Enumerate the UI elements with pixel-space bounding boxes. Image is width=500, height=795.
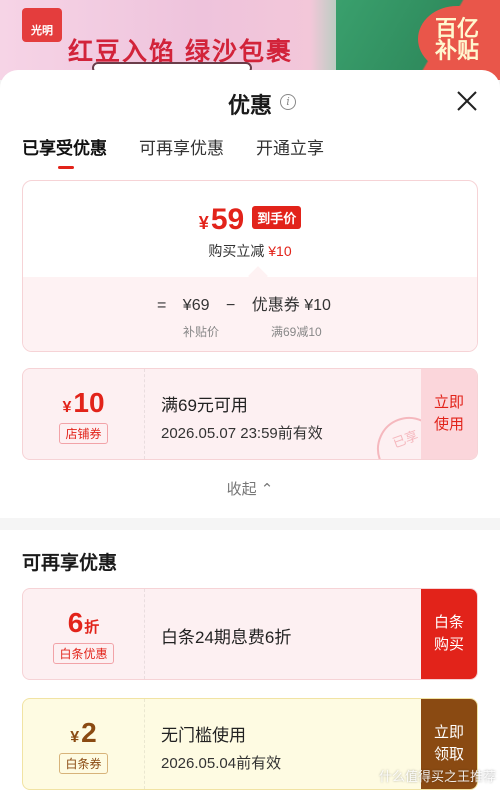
coupon-expiry: 2026.05.07 23:59前有效 — [161, 425, 323, 442]
sheet-header: 优惠 i — [0, 70, 500, 134]
final-price-tag: 到手价 — [252, 206, 302, 229]
collapse-button[interactable]: 收起 ⌃ — [0, 478, 500, 499]
coupon-amount: ¥2 — [23, 717, 144, 749]
close-icon[interactable] — [456, 90, 478, 112]
coupon-expiry: 2026.05.04前有效 — [161, 755, 282, 772]
coupon-deduction: 优惠券 ¥10 — [251, 297, 331, 314]
discount-sheet: 优惠 i 已享受优惠 可再享优惠 开通立享 ¥ 59 到手价 购买立减 ¥10 — [0, 70, 500, 795]
equals-sign: = — [157, 297, 167, 314]
price-symbol: ¥ — [198, 213, 209, 233]
discount-unit: 折 — [84, 619, 100, 636]
claim-now-label: 立即 领取 — [433, 724, 464, 763]
base-price-label: 补贴价 — [183, 325, 220, 339]
coupon-amount-value: 10 — [73, 387, 105, 418]
baitiao-discount-card: 6折 白条优惠 白条24期息费6折 白条 购买 — [22, 588, 478, 680]
tab-enjoyed[interactable]: 已享受优惠 — [22, 134, 107, 169]
baitiao-buy-label: 白条 购买 — [433, 614, 464, 653]
price-breakdown: = ¥69 − 优惠券 ¥10 补贴价 满69减10 — [23, 277, 477, 351]
coupon-type-tag: 店铺券 — [59, 423, 108, 444]
price-summary-card: ¥ 59 到手价 购买立减 ¥10 = ¥69 − 优惠券 ¥10 补贴价 满6… — [22, 180, 478, 352]
minus-sign: − — [225, 297, 236, 314]
coupon-amount-value: 2 — [81, 717, 97, 748]
coupon-condition: 白条24期息费6折 — [161, 628, 292, 647]
coupon-details: 白条24期息费6折 — [161, 623, 291, 648]
base-price: ¥69 — [182, 297, 210, 314]
sheet-title: 优惠 — [0, 88, 500, 120]
price-formula: = ¥69 − 优惠券 ¥10 — [157, 291, 343, 315]
coupon-details: 满69元可用 2026.05.07 23:59前有效 — [161, 391, 323, 443]
watermark: 什么值得买之王推荐 — [378, 769, 496, 784]
coupon-details: 无门槛使用 2026.05.04前有效 — [161, 721, 281, 773]
more-discounts-title: 可再享优惠 — [22, 553, 118, 574]
promo-badge: 百亿 补贴 — [418, 6, 496, 72]
coupon-condition: 满69元可用 — [161, 396, 248, 415]
coupon-amount: 6折 — [23, 607, 144, 639]
coupon-rule-label: 满69减10 — [271, 325, 322, 339]
tab-bar: 已享受优惠 可再享优惠 开通立享 — [22, 134, 356, 169]
use-now-button[interactable]: 立即 使用 — [421, 369, 477, 459]
coupon-symbol: ¥ — [70, 729, 80, 746]
coupon-symbol: ¥ — [62, 399, 72, 416]
coupon-value-area: ¥10 店铺券 — [23, 369, 145, 459]
tab-more-discounts[interactable]: 可再享优惠 — [139, 134, 224, 169]
tab-activate[interactable]: 开通立享 — [256, 134, 324, 169]
promo-badge-text: 百亿 补贴 — [434, 16, 479, 63]
brand-name: 光明 — [31, 25, 53, 37]
brand-logo: 光明 — [22, 8, 62, 42]
product-banner: 光明 红豆入馅 绿沙包裹 百亿 补贴 — [0, 0, 500, 80]
section-divider — [0, 518, 500, 530]
chevron-up-icon: ⌃ — [260, 481, 274, 498]
discount-value: 6 — [67, 607, 84, 638]
sheet-title-text: 优惠 — [227, 93, 272, 118]
reduction-line: 购买立减 ¥10 — [23, 241, 477, 261]
use-now-label: 立即 使用 — [433, 394, 464, 433]
final-price: ¥ 59 到手价 — [23, 203, 477, 237]
coupon-type-tag: 白条券 — [59, 753, 108, 774]
shop-coupon-card: ¥10 店铺券 满69元可用 2026.05.07 23:59前有效 已享 立即… — [22, 368, 478, 460]
reduction-amount: ¥10 — [268, 243, 292, 259]
coupon-value-area: 6折 白条优惠 — [23, 589, 145, 679]
baitiao-buy-button[interactable]: 白条 购买 — [421, 589, 477, 679]
coupon-condition: 无门槛使用 — [161, 726, 246, 745]
coupon-value-area: ¥2 白条券 — [23, 699, 145, 789]
reduction-label: 购买立减 — [208, 243, 265, 259]
price-value: 59 — [210, 203, 245, 236]
collapse-label: 收起 — [226, 481, 257, 498]
info-icon[interactable]: i — [280, 94, 296, 110]
final-price-area: ¥ 59 到手价 购买立减 ¥10 — [23, 181, 477, 286]
coupon-type-tag: 白条优惠 — [53, 643, 114, 664]
coupon-amount: ¥10 — [23, 387, 144, 419]
